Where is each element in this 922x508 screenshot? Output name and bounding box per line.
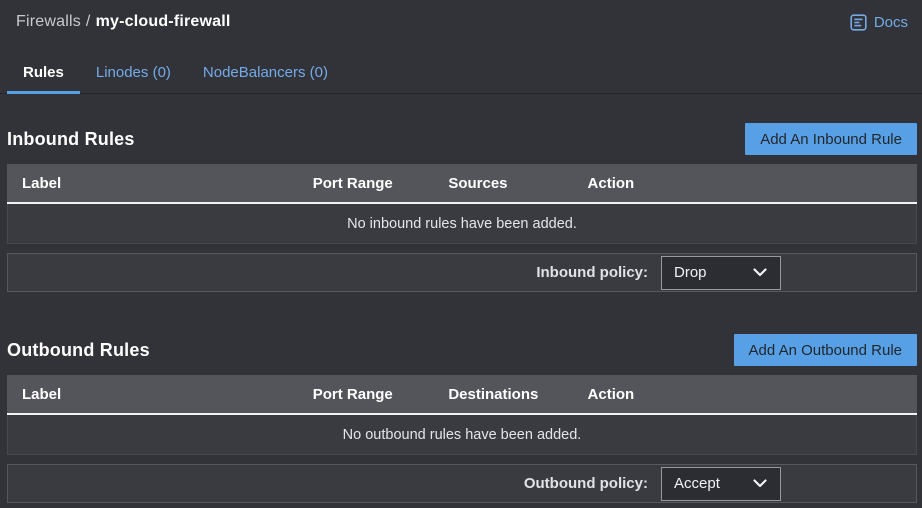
tab-nodebalancers[interactable]: NodeBalancers (0): [187, 55, 344, 93]
inbound-policy-label: Inbound policy:: [536, 264, 648, 281]
chevron-down-icon: [753, 268, 767, 277]
add-outbound-rule-button[interactable]: Add An Outbound Rule: [734, 334, 917, 366]
outbound-section-header: Outbound Rules Add An Outbound Rule: [7, 334, 917, 366]
column-header-label: Label: [7, 386, 313, 403]
column-header-sources: Sources: [448, 175, 587, 192]
inbound-table-header: Label Port Range Sources Action: [7, 164, 917, 204]
outbound-empty-message: No outbound rules have been added.: [343, 427, 582, 443]
outbound-policy-select[interactable]: Accept: [661, 467, 781, 501]
breadcrumb-separator: /: [86, 13, 91, 30]
breadcrumb: Firewalls / my-cloud-firewall: [16, 13, 231, 31]
add-inbound-rule-button[interactable]: Add An Inbound Rule: [745, 123, 917, 155]
outbound-empty-row: No outbound rules have been added.: [7, 415, 917, 455]
tab-bar: Rules Linodes (0) NodeBalancers (0): [0, 55, 922, 94]
chevron-down-icon: [753, 479, 767, 488]
outbound-rules-title: Outbound Rules: [7, 340, 150, 361]
breadcrumb-current-firewall: my-cloud-firewall: [96, 13, 231, 30]
column-header-action: Action: [588, 175, 917, 192]
inbound-empty-row: No inbound rules have been added.: [7, 204, 917, 244]
inbound-section-header: Inbound Rules Add An Inbound Rule: [7, 123, 917, 155]
breadcrumb-firewalls-link[interactable]: Firewalls: [16, 13, 81, 30]
column-header-destinations: Destinations: [448, 386, 587, 403]
outbound-rules-table: Label Port Range Destinations Action No …: [7, 375, 917, 455]
outbound-table-header: Label Port Range Destinations Action: [7, 375, 917, 415]
inbound-policy-select[interactable]: Drop: [661, 256, 781, 290]
outbound-policy-value: Accept: [674, 475, 720, 492]
outbound-policy-label: Outbound policy:: [524, 475, 648, 492]
column-header-action: Action: [588, 386, 917, 403]
outbound-policy-row: Outbound policy: Accept: [7, 464, 917, 503]
tab-linodes[interactable]: Linodes (0): [80, 55, 187, 93]
column-header-label: Label: [7, 175, 313, 192]
main-content: Inbound Rules Add An Inbound Rule Label …: [0, 123, 922, 503]
document-icon: [850, 14, 867, 31]
inbound-policy-row: Inbound policy: Drop: [7, 253, 917, 292]
inbound-rules-title: Inbound Rules: [7, 129, 135, 150]
page-header: Firewalls / my-cloud-firewall Docs: [0, 0, 922, 34]
inbound-empty-message: No inbound rules have been added.: [347, 216, 577, 232]
docs-link[interactable]: Docs: [850, 14, 908, 31]
docs-link-label: Docs: [874, 14, 908, 31]
column-header-port-range: Port Range: [313, 175, 449, 192]
inbound-rules-table: Label Port Range Sources Action No inbou…: [7, 164, 917, 244]
tab-rules[interactable]: Rules: [7, 55, 80, 93]
inbound-policy-value: Drop: [674, 264, 707, 281]
column-header-port-range: Port Range: [313, 386, 449, 403]
